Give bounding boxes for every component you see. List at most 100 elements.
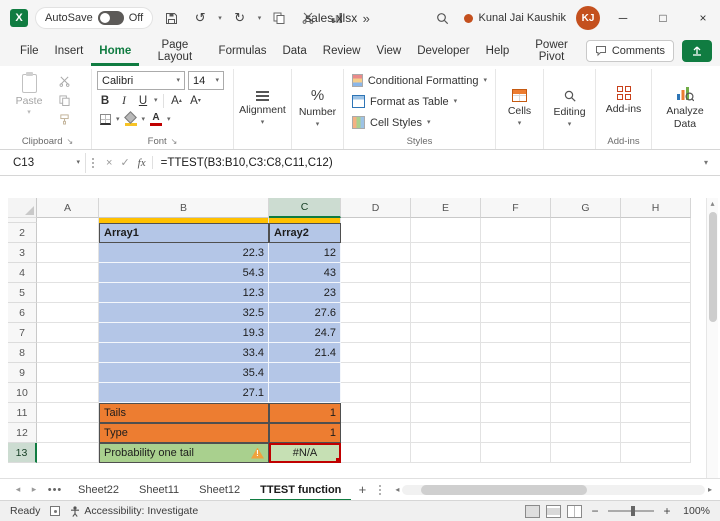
autosave-switch-icon[interactable] — [97, 11, 124, 25]
sheet-tab-sheet22[interactable]: Sheet22 — [68, 479, 129, 501]
scroll-right-arrow[interactable]: ▸ — [708, 485, 712, 494]
cell-g9[interactable] — [551, 363, 621, 383]
ribbon-tab-review[interactable]: Review — [315, 36, 369, 66]
maximize-button[interactable]: □ — [646, 0, 680, 36]
accessibility-status[interactable]: Accessibility: Investigate — [70, 505, 198, 517]
cell-b9[interactable]: 35.4 — [99, 363, 269, 383]
formula-bar-expand-button[interactable]: ▾ — [700, 158, 712, 167]
column-header-g[interactable]: G — [551, 198, 621, 218]
cell-g5[interactable] — [551, 283, 621, 303]
search-button[interactable] — [432, 6, 454, 30]
cell-e2[interactable] — [411, 223, 481, 243]
cell-c7[interactable]: 24.7 — [269, 323, 341, 343]
cell-f11[interactable] — [481, 403, 551, 423]
sheet-nav-right-arrow[interactable]: ▸ — [26, 484, 42, 495]
macro-record-button[interactable] — [50, 506, 61, 516]
fill-color-caret[interactable]: ▾ — [142, 116, 146, 123]
row-header-5[interactable]: 5 — [8, 283, 37, 303]
page-layout-view-button[interactable] — [546, 504, 561, 518]
column-header-h[interactable]: H — [621, 198, 691, 218]
cell-c2[interactable]: Array2 — [269, 223, 341, 243]
cell-d6[interactable] — [341, 303, 411, 323]
row-header-6[interactable]: 6 — [8, 303, 37, 323]
format-painter-button[interactable] — [54, 111, 74, 127]
new-sheet-button[interactable]: + — [351, 482, 373, 497]
cell-e6[interactable] — [411, 303, 481, 323]
row-header-4[interactable]: 4 — [8, 263, 37, 283]
cell-h11[interactable] — [621, 403, 691, 423]
cell-h13[interactable] — [621, 443, 691, 463]
cell-h9[interactable] — [621, 363, 691, 383]
cell-f10[interactable] — [481, 383, 551, 403]
cell-f13[interactable] — [481, 443, 551, 463]
cell-e8[interactable] — [411, 343, 481, 363]
copy-ribbon-button[interactable] — [54, 92, 74, 108]
cell-b4[interactable]: 54.3 — [99, 263, 269, 283]
ribbon-tab-developer[interactable]: Developer — [409, 36, 477, 66]
cell-f6[interactable] — [481, 303, 551, 323]
column-header-d[interactable]: D — [341, 198, 411, 218]
row-header-9[interactable]: 9 — [8, 363, 37, 383]
share-button[interactable] — [682, 40, 712, 62]
font-color-button[interactable]: A — [148, 111, 164, 128]
editing-button[interactable]: Editing ▾ — [549, 69, 590, 149]
column-header-c[interactable]: C — [269, 198, 341, 218]
name-box-caret[interactable]: ▾ — [76, 159, 80, 166]
row-header-7[interactable]: 7 — [8, 323, 37, 343]
increase-font-button[interactable]: A ▴ — [169, 92, 185, 109]
row-header-13[interactable]: 13 — [8, 443, 37, 463]
underline-button[interactable]: U — [135, 92, 151, 109]
fill-color-button[interactable] — [123, 111, 139, 128]
cell-a8[interactable] — [37, 343, 99, 363]
cell-styles-button[interactable]: Cell Styles ▾ — [349, 113, 490, 132]
zoom-level[interactable]: 100% — [680, 505, 710, 517]
bold-button[interactable]: B — [97, 92, 113, 109]
cell-e10[interactable] — [411, 383, 481, 403]
tab-scrollbar-splitter[interactable] — [373, 484, 387, 495]
cell-f4[interactable] — [481, 263, 551, 283]
cell-c3[interactable]: 12 — [269, 243, 341, 263]
sheet-nav-left-arrow[interactable]: ◂ — [10, 484, 26, 495]
cell-f7[interactable] — [481, 323, 551, 343]
row-header-3[interactable]: 3 — [8, 243, 37, 263]
cell-a9[interactable] — [37, 363, 99, 383]
cell-d4[interactable] — [341, 263, 411, 283]
excel-logo-icon[interactable]: X — [10, 9, 28, 27]
font-size-select[interactable]: 14 ▾ — [188, 71, 224, 90]
addins-button[interactable]: Add-ins — [601, 69, 646, 134]
cell-a6[interactable] — [37, 303, 99, 323]
alignment-button[interactable]: Alignment ▾ — [239, 69, 286, 149]
cell-c13[interactable]: #N/A — [269, 443, 341, 463]
cell-c8[interactable]: 21.4 — [269, 343, 341, 363]
enter-formula-button[interactable]: ✓ — [120, 156, 129, 169]
cell-c10[interactable] — [269, 383, 341, 403]
page-break-view-button[interactable] — [567, 504, 582, 518]
document-title[interactable]: sales.xlsx — [305, 0, 357, 36]
column-header-f[interactable]: F — [481, 198, 551, 218]
horizontal-scroll-track[interactable] — [402, 484, 705, 495]
normal-view-button[interactable] — [525, 504, 540, 518]
zoom-out-button[interactable]: − — [588, 504, 602, 518]
select-all-button[interactable] — [8, 198, 37, 218]
save-button[interactable] — [160, 6, 182, 30]
column-header-e[interactable]: E — [411, 198, 481, 218]
italic-button[interactable]: I — [116, 92, 132, 109]
cell-e11[interactable] — [411, 403, 481, 423]
cell-a7[interactable] — [37, 323, 99, 343]
underline-caret[interactable]: ▾ — [154, 97, 158, 104]
ribbon-tab-page-layout[interactable]: Page Layout — [139, 36, 210, 66]
cell-g7[interactable] — [551, 323, 621, 343]
cell-b11[interactable]: Tails — [99, 403, 269, 423]
cell-d11[interactable] — [341, 403, 411, 423]
cell-d2[interactable] — [341, 223, 411, 243]
cell-b12[interactable]: Type — [99, 423, 269, 443]
undo-dropdown-caret[interactable]: ▾ — [218, 15, 222, 22]
name-box[interactable]: C13 ▾ — [8, 152, 86, 173]
sheet-tab-ttest-function[interactable]: TTEST function — [250, 479, 352, 501]
cell-f5[interactable] — [481, 283, 551, 303]
ribbon-tab-power-pivot[interactable]: Power Pivot — [517, 36, 586, 66]
zoom-slider[interactable] — [608, 506, 654, 516]
cell-g8[interactable] — [551, 343, 621, 363]
cell-g11[interactable] — [551, 403, 621, 423]
cell-b10[interactable]: 27.1 — [99, 383, 269, 403]
